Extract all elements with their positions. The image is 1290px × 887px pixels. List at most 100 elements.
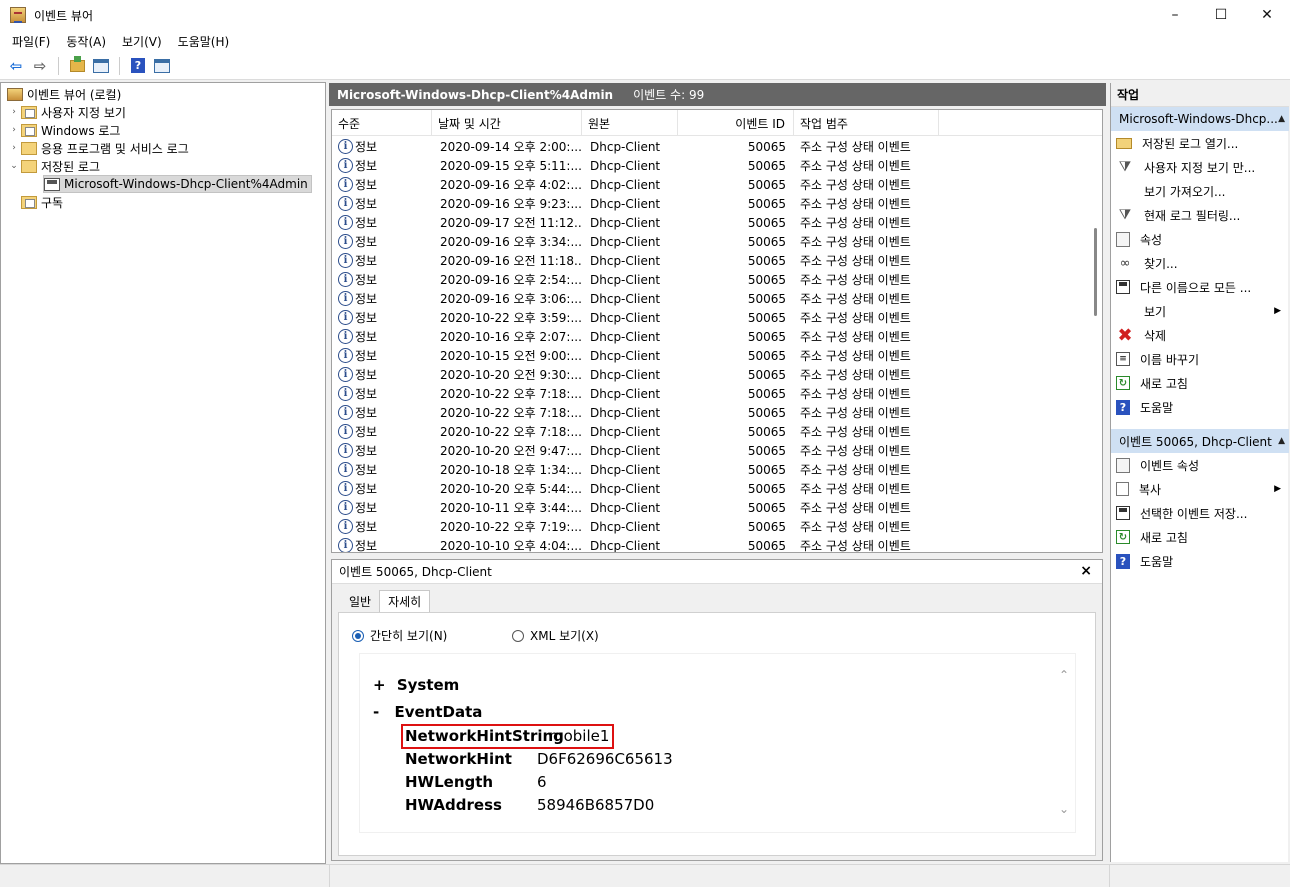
action-import-view[interactable]: 보기 가져오기... [1111, 179, 1289, 203]
chevron-right-icon[interactable]: › [7, 125, 21, 135]
filter-icon: ⧩ [1118, 207, 1132, 223]
tree-item-windows-logs[interactable]: › Windows 로그 [7, 121, 120, 139]
table-row[interactable]: i 정보 2020-10-15 오전 9:00:... Dhcp-Client 5006… [332, 346, 1087, 365]
minimize-button[interactable]: – [1152, 0, 1198, 30]
tab-details[interactable]: 자세히 [379, 590, 431, 612]
action-create-custom-view[interactable]: ⧩ 사용자 지정 보기 만... [1111, 155, 1289, 179]
tree-item-app-service-logs[interactable]: › 응용 프로그램 및 서비스 로그 [7, 139, 189, 157]
back-arrow-icon[interactable]: ⇦ [6, 56, 26, 76]
maximize-button[interactable]: ☐ [1198, 0, 1244, 30]
table-row[interactable]: i 정보 2020-09-14 오후 2:00:... Dhcp-Client 5006… [332, 137, 1087, 156]
column-task-category[interactable]: 작업 범주 [794, 110, 939, 136]
source-cell: Dhcp-Client [590, 462, 661, 477]
task-category-cell: 주소 구성 상태 이벤트 [800, 482, 911, 496]
radio-friendly-view[interactable]: 간단히 보기(N) [352, 627, 447, 644]
table-row[interactable]: i 정보 2020-09-16 오후 2:54:... Dhcp-Client 5006… [332, 270, 1087, 289]
action-help[interactable]: ? 도움말 [1111, 395, 1289, 419]
radio-xml-view[interactable]: XML 보기(X) [512, 627, 599, 644]
scrollbar-thumb[interactable] [1094, 228, 1097, 316]
tree-item-dhcp-admin-log[interactable]: Microsoft-Windows-Dhcp-Client%4Admin [43, 175, 312, 193]
table-row[interactable]: i 정보 2020-09-15 오후 5:11:... Dhcp-Client 5006… [332, 156, 1087, 175]
level-cell: i 정보 [332, 537, 432, 552]
table-row[interactable]: i 정보 2020-10-22 오후 7:18:... Dhcp-Client 5006… [332, 384, 1087, 403]
tab-general[interactable]: 일반 [341, 590, 379, 612]
action-find[interactable]: ∞ 찾기... [1111, 251, 1289, 275]
actions-section-event[interactable]: 이벤트 50065, Dhcp-Client ▲ [1111, 429, 1289, 453]
source-cell: Dhcp-Client [590, 348, 661, 363]
forward-arrow-icon[interactable]: ⇨ [30, 56, 50, 76]
menu-file[interactable]: 파일(F) [4, 33, 58, 50]
column-event-id[interactable]: 이벤트 ID [678, 110, 794, 136]
radio-selected-icon[interactable] [352, 629, 364, 642]
table-row[interactable]: i 정보 2020-10-22 오후 3:59:... Dhcp-Client 5006… [332, 308, 1087, 327]
action-event-properties[interactable]: 이벤트 속성 [1111, 453, 1289, 477]
table-row[interactable]: i 정보 2020-10-22 오후 7:19:... Dhcp-Client 5006… [332, 517, 1087, 536]
help-icon[interactable]: ? [128, 56, 148, 76]
menu-action[interactable]: 동작(A) [58, 33, 114, 50]
close-button[interactable]: ✕ [1244, 0, 1290, 30]
up-folder-icon[interactable] [67, 55, 87, 76]
detail-close-icon[interactable]: × [1080, 563, 1092, 579]
tree-item-saved-logs[interactable]: ⌄ 저장된 로그 [7, 157, 100, 175]
expand-toggle[interactable]: + [373, 676, 386, 694]
action-properties[interactable]: 속성 [1111, 227, 1289, 251]
action-label: 복사 [1139, 482, 1162, 497]
column-level[interactable]: 수준 [332, 110, 432, 136]
action-save-all-as[interactable]: 다른 이름으로 모든 ... [1111, 275, 1289, 299]
chevron-right-icon[interactable]: › [7, 143, 21, 153]
task-category-cell: 주소 구성 상태 이벤트 [800, 311, 911, 325]
action-filter-log[interactable]: ⧩ 현재 로그 필터링... [1111, 203, 1289, 227]
menu-help[interactable]: 도움말(H) [170, 33, 238, 50]
table-row[interactable]: i 정보 2020-10-22 오후 7:18:... Dhcp-Client 5006… [332, 422, 1087, 441]
table-row[interactable]: i 정보 2020-10-20 오전 9:30:... Dhcp-Client 5006… [332, 365, 1087, 384]
tree-root[interactable]: 이벤트 뷰어 (로컬) [7, 85, 121, 103]
tree-item-custom-views[interactable]: › 사용자 지정 보기 [7, 103, 126, 121]
table-row[interactable]: i 정보 2020-10-10 오후 4:04:... Dhcp-Client 5006… [332, 536, 1087, 552]
table-row[interactable]: i 정보 2020-09-16 오후 9:23:... Dhcp-Client 5006… [332, 194, 1087, 213]
refresh-icon: ↻ [1116, 530, 1130, 544]
info-icon: i [338, 500, 353, 515]
table-row[interactable]: i 정보 2020-10-18 오후 1:34:... Dhcp-Client 5006… [332, 460, 1087, 479]
task-category-cell: 주소 구성 상태 이벤트 [800, 368, 911, 382]
action-help-event[interactable]: ? 도움말 [1111, 549, 1289, 573]
action-delete[interactable]: ✖ 삭제 [1111, 323, 1289, 347]
action-view[interactable]: 보기 ▶ [1111, 299, 1289, 323]
radio-unselected-icon[interactable] [512, 629, 524, 642]
action-open-saved-log[interactable]: 저장된 로그 열기... [1111, 131, 1289, 155]
system-node[interactable]: + System [373, 676, 459, 694]
table-row[interactable]: i 정보 2020-09-16 오후 3:34:... Dhcp-Client 5006… [332, 232, 1087, 251]
action-refresh[interactable]: ↻ 새로 고침 [1111, 371, 1289, 395]
event-id-cell: 50065 [747, 291, 786, 306]
eventdata-node[interactable]: - EventData [373, 703, 482, 721]
list-scrollbar[interactable] [1091, 110, 1102, 552]
table-row[interactable]: i 정보 2020-09-17 오전 11:12... Dhcp-Client 5006… [332, 213, 1087, 232]
action-save-selected[interactable]: 선택한 이벤트 저장... [1111, 501, 1289, 525]
action-refresh-event[interactable]: ↻ 새로 고침 [1111, 525, 1289, 549]
table-row[interactable]: i 정보 2020-10-16 오후 2:07:... Dhcp-Client 5006… [332, 327, 1087, 346]
source-cell: Dhcp-Client [590, 139, 661, 154]
chevron-down-icon[interactable]: ⌄ [7, 161, 21, 171]
show-hide-tree-icon[interactable] [91, 56, 111, 76]
table-row[interactable]: i 정보 2020-10-22 오후 7:18:... Dhcp-Client 5006… [332, 403, 1087, 422]
collapse-caret-icon[interactable]: ▲ [1278, 436, 1285, 446]
scroll-up-icon[interactable]: ⌃ [1059, 668, 1069, 682]
action-copy[interactable]: 복사 ▶ [1111, 477, 1289, 501]
table-row[interactable]: i 정보 2020-09-16 오후 4:02:... Dhcp-Client 5006… [332, 175, 1087, 194]
column-source[interactable]: 원본 [582, 110, 678, 136]
collapse-caret-icon[interactable]: ▲ [1278, 114, 1285, 124]
table-row[interactable]: i 정보 2020-10-20 오전 9:47:... Dhcp-Client 5006… [332, 441, 1087, 460]
action-rename[interactable]: ≡ 이름 바꾸기 [1111, 347, 1289, 371]
scroll-down-icon[interactable]: ⌄ [1059, 802, 1069, 816]
show-hide-action-pane-icon[interactable] [152, 56, 172, 76]
table-row[interactable]: i 정보 2020-09-16 오전 11:18... Dhcp-Client 5006… [332, 251, 1087, 270]
menu-view[interactable]: 보기(V) [114, 33, 170, 50]
table-row[interactable]: i 정보 2020-10-20 오후 5:44:... Dhcp-Client 5006… [332, 479, 1087, 498]
actions-section-log[interactable]: Microsoft-Windows-Dhcp... ▲ [1111, 107, 1289, 131]
date-time-cell: 2020-09-16 오후 3:06:... [440, 292, 582, 306]
table-row[interactable]: i 정보 2020-10-11 오후 3:44:... Dhcp-Client 5006… [332, 498, 1087, 517]
tree-item-subscriptions[interactable]: 구독 [21, 193, 63, 211]
column-date-time[interactable]: 날짜 및 시간 [432, 110, 582, 136]
collapse-toggle[interactable]: - [373, 703, 379, 721]
table-row[interactable]: i 정보 2020-09-16 오후 3:06:... Dhcp-Client 5006… [332, 289, 1087, 308]
chevron-right-icon[interactable]: › [7, 107, 21, 117]
